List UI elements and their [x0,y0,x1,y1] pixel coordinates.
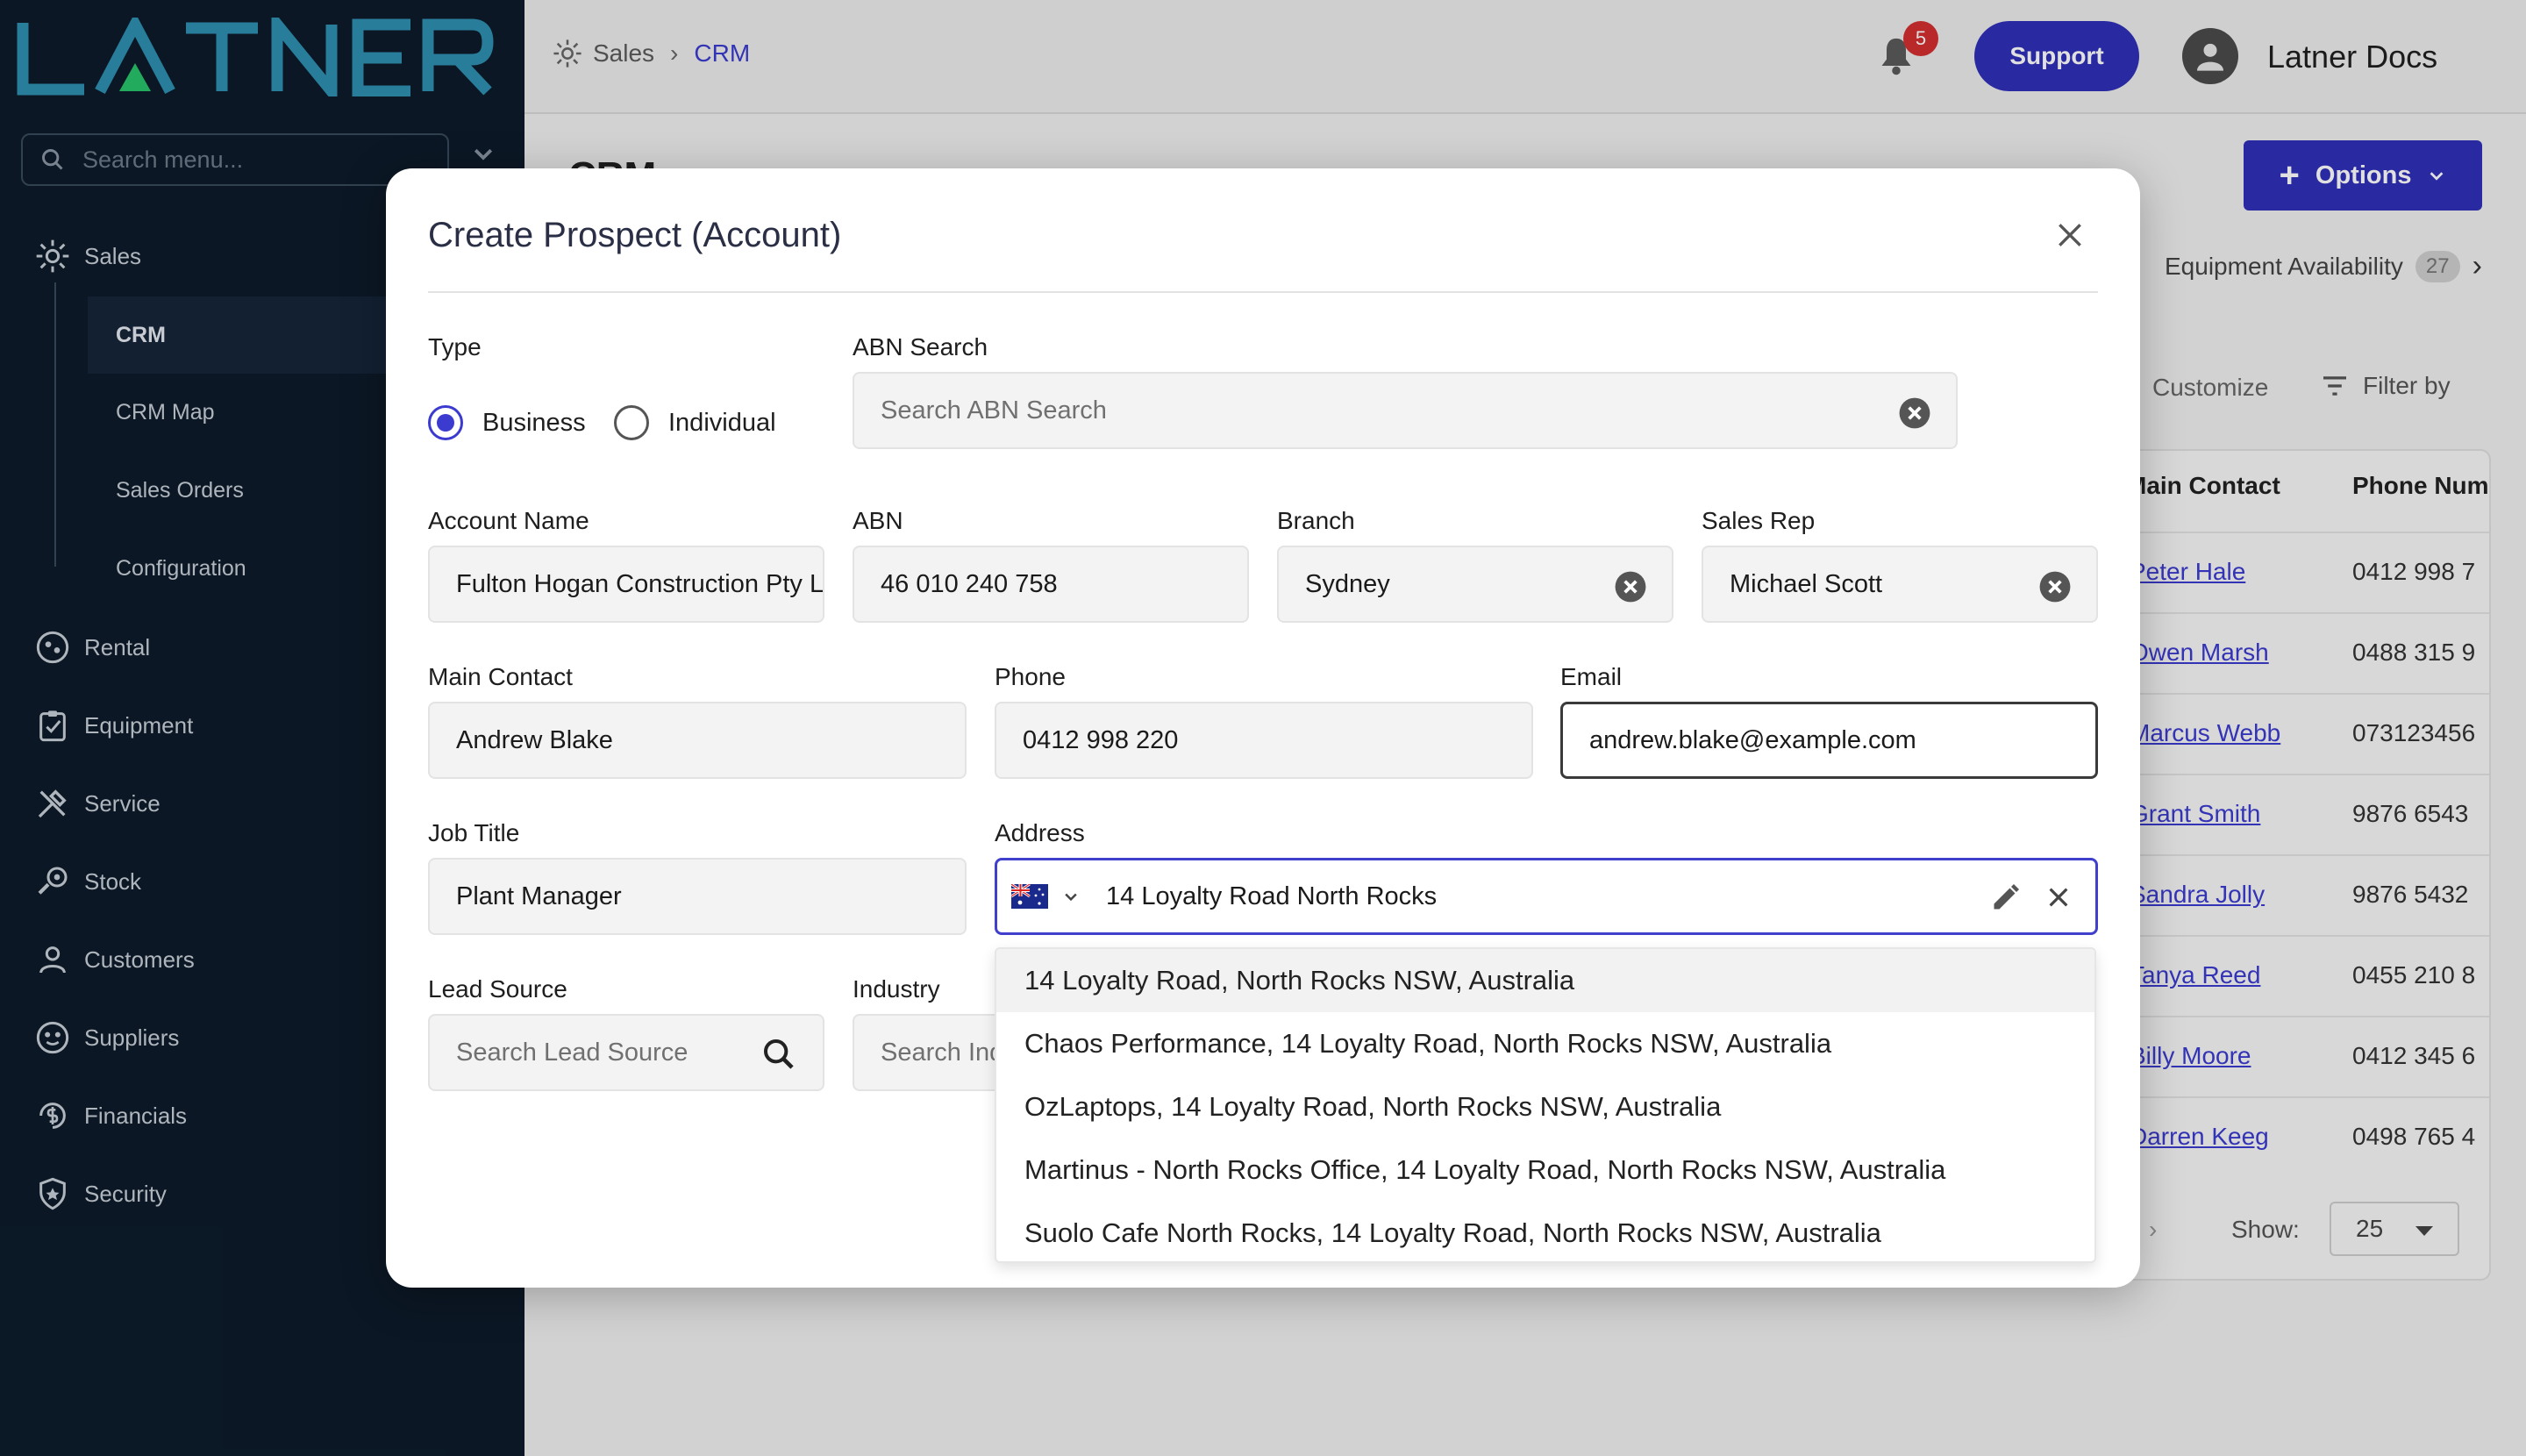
account-name-label: Account Name [428,507,589,534]
address-suggestion[interactable]: OzLaptops, 14 Loyalty Road, North Rocks … [996,1075,2094,1138]
address-suggestion[interactable]: Martinus - North Rocks Office, 14 Loyalt… [996,1138,2094,1202]
branch-value: Sydney [1305,569,1390,598]
radio-label: Business [482,408,586,437]
clear-icon[interactable] [2038,570,2072,603]
radio-checked-icon [428,405,463,440]
close-icon [2059,224,2081,246]
radio-individual[interactable]: Individual [614,405,776,440]
radio-unchecked-icon [614,405,649,440]
close-icon[interactable] [2044,883,2073,911]
email-value: andrew.blake@example.com [1589,725,1916,754]
country-select[interactable] [1011,884,1080,909]
job-title-label: Job Title [428,819,520,846]
sales-rep-label: Sales Rep [1702,507,1816,534]
clear-icon[interactable] [1898,396,1931,430]
address-input[interactable]: 14 Loyalty Road North Rocks [995,858,2098,935]
account-name-input[interactable]: Fulton Hogan Construction Pty Ltd [428,546,824,623]
address-suggestion[interactable]: Chaos Performance, 14 Loyalty Road, Nort… [996,1012,2094,1075]
lead-source-placeholder: Search Lead Source [456,1038,689,1067]
divider [428,291,2098,293]
radio-business[interactable]: Business [428,405,586,440]
address-suggestion[interactable]: 14 Loyalty Road, North Rocks NSW, Austra… [996,949,2094,1012]
abn-value: 46 010 240 758 [881,569,1058,598]
type-label: Type [428,333,482,360]
sales-rep-select[interactable]: Michael Scott [1702,546,2098,623]
abn-search-label: ABN Search [853,333,988,360]
abn-label: ABN [853,507,903,534]
modal-title: Create Prospect (Account) [428,216,842,254]
account-name-value: Fulton Hogan Construction Pty Ltd [456,569,824,598]
sales-rep-value: Michael Scott [1730,569,1883,598]
main-contact-value: Andrew Blake [456,725,613,754]
phone-input[interactable]: 0412 998 220 [995,702,1533,779]
branch-select[interactable]: Sydney [1277,546,1673,623]
close-button[interactable] [2052,218,2087,253]
radio-label: Individual [668,408,776,437]
phone-label: Phone [995,663,1066,690]
abn-search-placeholder: Search ABN Search [881,396,1107,425]
job-title-value: Plant Manager [456,881,622,910]
chevron-down-icon [1065,893,1077,902]
main-contact-input[interactable]: Andrew Blake [428,702,967,779]
address-suggestions-dropdown: 14 Loyalty Road, North Rocks NSW, Austra… [995,947,2096,1263]
address-label: Address [995,819,1085,846]
abn-search-input[interactable]: Search ABN Search [853,372,1958,449]
create-prospect-modal: Create Prospect (Account) Type Business … [386,168,2140,1288]
industry-label: Industry [853,975,940,1003]
edit-icon[interactable] [1990,881,2022,913]
lead-source-label: Lead Source [428,975,567,1003]
address-value: 14 Loyalty Road North Rocks [1106,881,1438,910]
email-input[interactable]: andrew.blake@example.com [1560,702,2098,779]
australia-flag-icon [1011,884,1048,909]
clear-icon[interactable] [1614,570,1647,603]
lead-source-input[interactable]: Search Lead Source [428,1014,824,1091]
abn-input[interactable]: 46 010 240 758 [853,546,1249,623]
phone-value: 0412 998 220 [1023,725,1179,754]
search-icon[interactable] [761,1037,796,1072]
main-contact-label: Main Contact [428,663,573,690]
job-title-input[interactable]: Plant Manager [428,858,967,935]
branch-label: Branch [1277,507,1355,534]
address-suggestion[interactable]: Suolo Cafe North Rocks, 14 Loyalty Road,… [996,1202,2094,1261]
email-label: Email [1560,663,1623,690]
